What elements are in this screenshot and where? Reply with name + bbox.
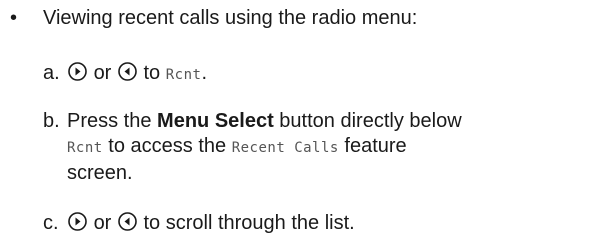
menu-code-rcnt: Rcnt (165, 67, 202, 83)
nav-right-button-icon (67, 211, 88, 239)
step-letter: a. (43, 62, 60, 84)
to-text: to (143, 62, 161, 84)
bullet-marker: • (10, 7, 18, 29)
or-text: or (93, 62, 112, 84)
step-c: c. or to scroll through the list. (43, 211, 614, 239)
step-a: a. or to Rcnt. (43, 61, 614, 89)
nav-left-button-icon (117, 211, 138, 239)
step-b-end: screen. (67, 162, 133, 184)
step-letter: b. (43, 110, 60, 132)
menu-code-recent-calls: Recent Calls (231, 140, 339, 156)
procedure-document: { "bullet": { "marker": "•", "text": "Vi… (0, 0, 614, 246)
bullet-text: Viewing recent calls using the radio men… (43, 7, 418, 29)
step-b-line-1: b. Press the Menu Select button directly … (43, 109, 614, 134)
step-b-line-3: screen. (43, 161, 614, 186)
step-b-lead: Press the (67, 110, 158, 132)
step-b-line-2: Rcnt to access the Recent Calls feature (43, 134, 614, 161)
step-b-after-bold: button directly below (273, 110, 462, 132)
menu-code-rcnt: Rcnt (67, 140, 103, 156)
period: . (201, 62, 208, 84)
step-c-text: to scroll through the list. (143, 212, 355, 234)
step-letter: c. (43, 212, 59, 234)
step-b: b. Press the Menu Select button directly … (43, 109, 614, 186)
step-b-after-code: feature (338, 135, 407, 157)
or-text: or (93, 212, 112, 234)
bullet-item: • Viewing recent calls using the radio me… (10, 6, 417, 30)
nav-right-button-icon (67, 61, 88, 89)
step-b-mid: to access the (102, 135, 232, 157)
menu-select-label: Menu Select (157, 110, 274, 132)
nav-left-button-icon (117, 61, 138, 89)
